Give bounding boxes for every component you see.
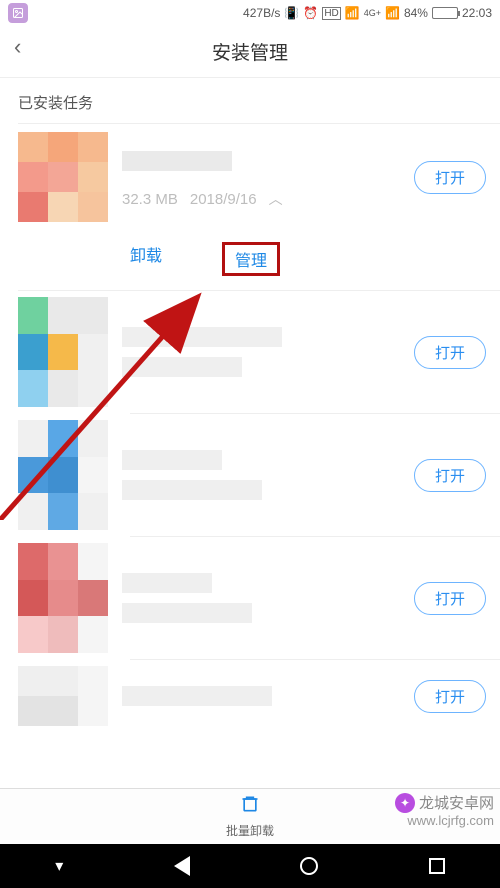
status-bar: 427B/s 📳 ⏰ HD 📶 4G+ 📶 84% 22:03 xyxy=(0,0,500,26)
nav-dropdown-icon[interactable]: ▾ xyxy=(55,856,63,876)
batch-uninstall-button[interactable]: 批量卸载 xyxy=(226,822,274,839)
nav-back-icon[interactable] xyxy=(174,856,190,876)
net-speed: 427B/s xyxy=(243,6,280,20)
app-row[interactable]: 打开 xyxy=(0,414,500,536)
app-meta-placeholder xyxy=(122,603,252,623)
open-button[interactable]: 打开 xyxy=(414,459,486,492)
app-row[interactable]: 打开 xyxy=(0,537,500,659)
net-4g: 4G+ xyxy=(364,8,381,18)
trash-icon[interactable] xyxy=(240,794,260,820)
app-icon xyxy=(18,132,108,222)
app-name-placeholder xyxy=(122,450,222,470)
vibrate-icon: 📳 xyxy=(284,6,299,20)
back-icon[interactable]: ‹ xyxy=(14,34,21,60)
nav-home-icon[interactable] xyxy=(300,857,318,875)
section-installed-title: 已安装任务 xyxy=(0,78,500,123)
uninstall-button[interactable]: 卸载 xyxy=(130,242,162,276)
app-name-placeholder xyxy=(122,327,282,347)
gallery-icon xyxy=(8,3,28,23)
app-row[interactable]: 32.3 MB 2018/9/16 ︿ 打开 xyxy=(0,124,500,230)
app-date: 2018/9/16 xyxy=(190,191,257,208)
app-name-placeholder xyxy=(122,151,232,171)
watermark-logo-icon: ✦ xyxy=(395,793,415,813)
clock: 22:03 xyxy=(462,6,492,20)
open-button[interactable]: 打开 xyxy=(414,582,486,615)
android-nav-bar: ▾ xyxy=(0,844,500,888)
open-button[interactable]: 打开 xyxy=(414,336,486,369)
app-name-placeholder xyxy=(122,686,272,706)
watermark: ✦龙城安卓网 www.lcjrfg.com xyxy=(395,792,494,828)
open-button[interactable]: 打开 xyxy=(414,680,486,713)
app-meta-placeholder xyxy=(122,480,262,500)
page-title: 安装管理 xyxy=(0,26,500,78)
app-meta-placeholder xyxy=(122,357,242,377)
app-size: 32.3 MB xyxy=(122,191,178,208)
chevron-up-icon[interactable]: ︿ xyxy=(269,189,283,209)
alarm-icon: ⏰ xyxy=(303,6,318,20)
app-row[interactable]: 打开 xyxy=(0,291,500,413)
manage-button-highlight: 管理 xyxy=(222,242,280,276)
app-icon xyxy=(18,666,108,726)
app-row[interactable]: 打开 xyxy=(0,660,500,726)
app-name-placeholder xyxy=(122,573,212,593)
app-icon xyxy=(18,543,108,653)
battery-icon xyxy=(432,7,458,19)
nav-recent-icon[interactable] xyxy=(429,858,445,874)
hd-icon: HD xyxy=(322,7,340,20)
open-button[interactable]: 打开 xyxy=(414,161,486,194)
manage-button[interactable]: 管理 xyxy=(235,253,267,270)
signal-4g: 📶 xyxy=(385,6,400,20)
battery-pct: 84% xyxy=(404,6,428,20)
app-actions: 卸载 管理 xyxy=(0,230,500,290)
app-icon xyxy=(18,420,108,530)
signal-2g: 📶 xyxy=(345,6,360,20)
app-icon xyxy=(18,297,108,407)
